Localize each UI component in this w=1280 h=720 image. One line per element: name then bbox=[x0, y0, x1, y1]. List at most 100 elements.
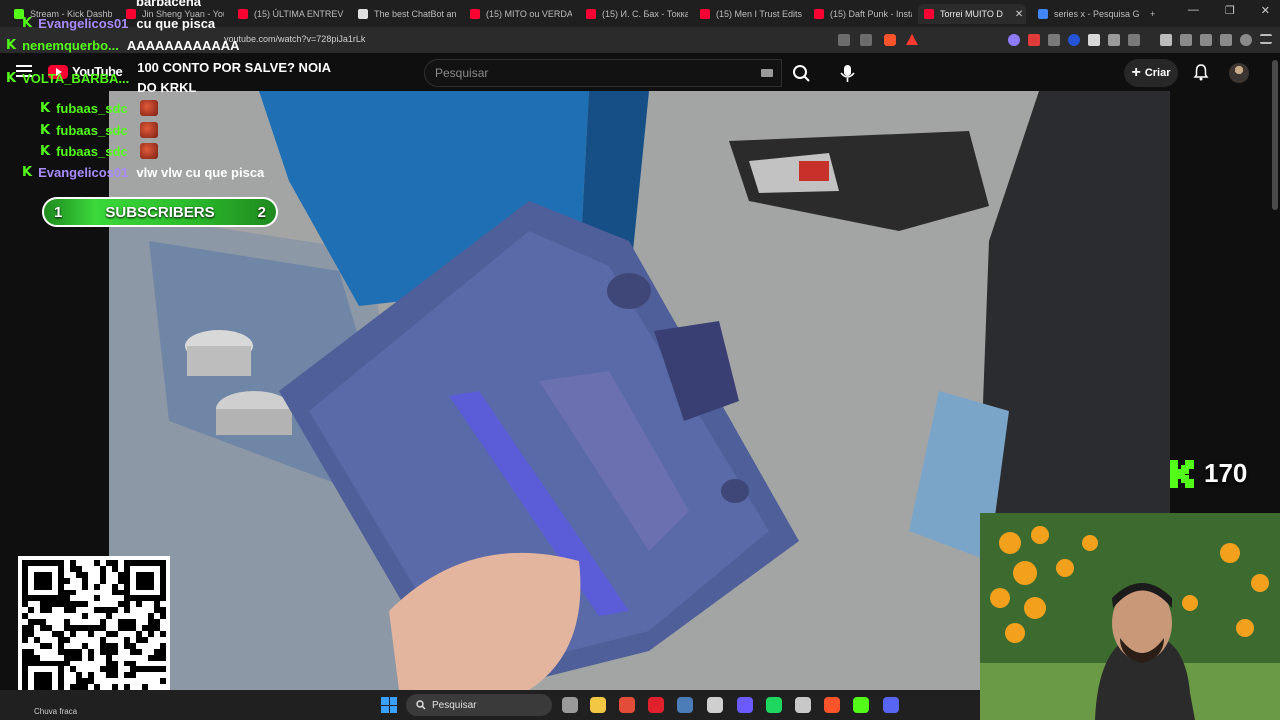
screenshot-icon[interactable] bbox=[1128, 34, 1140, 46]
tab-favicon-icon bbox=[470, 9, 480, 19]
chat-username: fubaas_sdc bbox=[56, 122, 128, 138]
tab-favicon-icon bbox=[586, 9, 596, 19]
menu-icon[interactable] bbox=[1260, 34, 1272, 44]
kick-badge-icon: K bbox=[40, 143, 51, 159]
kick-badge-icon: K bbox=[6, 70, 17, 86]
tab-label: Torrei MUITO D bbox=[940, 9, 1003, 19]
tab-favicon-icon bbox=[358, 9, 368, 19]
tab-favicon-icon bbox=[1038, 9, 1048, 19]
kick-badge-icon: K bbox=[40, 122, 51, 138]
chat-message: K Evangelicos01 cu que pisca bbox=[22, 16, 215, 31]
emote-icon bbox=[139, 143, 158, 159]
wallet-icon[interactable] bbox=[1200, 34, 1212, 46]
spotify-taskbar-icon[interactable] bbox=[766, 697, 782, 713]
tab-favicon-icon bbox=[924, 9, 934, 19]
settings-taskbar-icon[interactable] bbox=[707, 697, 723, 713]
chat-message: K VOLTA_BARBA... 100 CONTO POR SALVE? NOIA… bbox=[6, 58, 337, 98]
chat-message: Kfubaas_sdc bbox=[40, 100, 158, 116]
chat-message-text: AAAAAAAAAAAA bbox=[126, 38, 240, 53]
vpn-icon[interactable] bbox=[1240, 34, 1252, 46]
search-icon bbox=[793, 65, 810, 82]
minimize-icon[interactable]: — bbox=[1188, 4, 1199, 17]
steam-taskbar-icon[interactable] bbox=[677, 697, 693, 713]
page-scrollbar[interactable] bbox=[1272, 60, 1278, 210]
kick-viewer-counter: 170 bbox=[1170, 458, 1247, 489]
task-view-taskbar-icon[interactable] bbox=[562, 697, 578, 713]
taskbar-search[interactable]: Pesquisar bbox=[406, 694, 552, 716]
browser-tab[interactable]: (15) И. С. Бах - Токкат bbox=[580, 4, 688, 24]
start-button[interactable] bbox=[381, 697, 397, 713]
new-tab-button[interactable]: + bbox=[1144, 4, 1164, 24]
search-icon bbox=[416, 700, 426, 710]
browser-tab[interactable]: Torrei MUITO D ✕ bbox=[918, 4, 1026, 24]
notifications-bell-icon[interactable] bbox=[1192, 63, 1210, 81]
browser-tab[interactable]: The best ChatBot and bbox=[352, 4, 456, 24]
create-button[interactable]: + Criar bbox=[1124, 59, 1178, 87]
extension-icon[interactable] bbox=[1088, 34, 1100, 46]
kick-badge-icon: K bbox=[22, 165, 33, 180]
microphone-icon bbox=[840, 65, 855, 82]
browser-tab[interactable]: series x - Pesquisa Go bbox=[1032, 4, 1140, 24]
chrome-taskbar-icon[interactable] bbox=[619, 697, 635, 713]
emote-icon bbox=[139, 100, 158, 116]
chat-message-text: vlw vlw cu que pisca bbox=[136, 165, 265, 180]
voice-search-button[interactable] bbox=[834, 59, 862, 87]
webcam-overlay bbox=[980, 513, 1280, 720]
brave-shield-icon[interactable] bbox=[884, 34, 896, 46]
brave-rewards-icon[interactable] bbox=[906, 34, 918, 45]
qr-code bbox=[18, 556, 170, 706]
emote-icon bbox=[139, 122, 158, 138]
windows-taskbar: Chuva fraca Pesquisar bbox=[0, 690, 980, 720]
share-icon[interactable] bbox=[860, 34, 872, 46]
close-tab-icon[interactable]: ✕ bbox=[1015, 9, 1023, 20]
file-explorer-taskbar-icon[interactable] bbox=[590, 697, 606, 713]
chat-message: Knenemquerbo... AAAAAAAAAAAA bbox=[6, 38, 240, 53]
subscribers-label: SUBSCRIBERS bbox=[105, 203, 215, 221]
extension-icon[interactable] bbox=[1008, 34, 1020, 46]
discord-taskbar-icon[interactable] bbox=[883, 697, 899, 713]
kick-badge-icon: K bbox=[40, 100, 51, 116]
taskbar-search-label: Pesquisar bbox=[432, 699, 477, 711]
viewer-count: 170 bbox=[1204, 458, 1248, 488]
ai-icon[interactable] bbox=[1220, 34, 1232, 46]
cast-icon[interactable] bbox=[838, 34, 850, 46]
chat-message-text: cu que pisca bbox=[136, 16, 216, 31]
chat-username: VOLTA_BARBA... bbox=[22, 70, 130, 86]
chat-username: nenemquerbo... bbox=[22, 38, 119, 53]
sidebar-icon[interactable] bbox=[1180, 34, 1192, 46]
close-window-icon[interactable]: ✕ bbox=[1261, 4, 1270, 17]
chat-message-partial: barbacena bbox=[136, 0, 201, 9]
maximize-icon[interactable]: ❐ bbox=[1225, 4, 1235, 17]
kick-badge-icon: K bbox=[22, 16, 33, 31]
account-avatar[interactable] bbox=[1229, 63, 1249, 83]
extension-icon[interactable] bbox=[1068, 34, 1080, 46]
browser-tab[interactable]: (15) Men I Trust Edits bbox=[694, 4, 802, 24]
extension-icon[interactable] bbox=[1048, 34, 1060, 46]
subscribers-goal-widget: 1 SUBSCRIBERS 2 bbox=[42, 197, 278, 227]
subscribers-right-value: 2 bbox=[257, 203, 266, 221]
grid-app-taskbar-icon[interactable] bbox=[737, 697, 753, 713]
tab-label: (15) И. С. Бах - Токкат bbox=[602, 9, 688, 19]
keyboard-icon[interactable] bbox=[761, 69, 773, 77]
puzzle-icon[interactable] bbox=[1108, 34, 1120, 46]
kick-logo-icon bbox=[1170, 459, 1194, 488]
chat-message-text: barbacena bbox=[136, 0, 202, 9]
tab-favicon-icon bbox=[700, 9, 710, 19]
tab-label: The best ChatBot and bbox=[374, 9, 456, 19]
search-button[interactable] bbox=[782, 59, 820, 87]
weather-widget[interactable]: Chuva fraca bbox=[34, 707, 77, 716]
extension-icon[interactable] bbox=[1028, 34, 1040, 46]
opera-taskbar-icon[interactable] bbox=[648, 697, 664, 713]
chat-username: Evangelicos01 bbox=[38, 165, 129, 180]
tool-taskbar-icon[interactable] bbox=[795, 697, 811, 713]
browser-tab[interactable]: (15) Daft Punk - Instan bbox=[808, 4, 912, 24]
search-input[interactable]: Pesquisar bbox=[435, 66, 488, 80]
tab-label: (15) Daft Punk - Instan bbox=[830, 9, 912, 19]
media-icon[interactable] bbox=[1160, 34, 1172, 46]
brave-taskbar-icon[interactable] bbox=[824, 697, 840, 713]
chat-message-text: 100 CONTO POR SALVE? NOIA DO KRKL bbox=[137, 60, 331, 95]
search-box[interactable]: Pesquisar bbox=[424, 59, 782, 87]
chat-message: K Evangelicos01 vlw vlw cu que pisca bbox=[22, 165, 264, 180]
kick-taskbar-icon[interactable] bbox=[853, 697, 869, 713]
browser-tab[interactable]: (15) MITO ou VERDADE bbox=[464, 4, 572, 24]
